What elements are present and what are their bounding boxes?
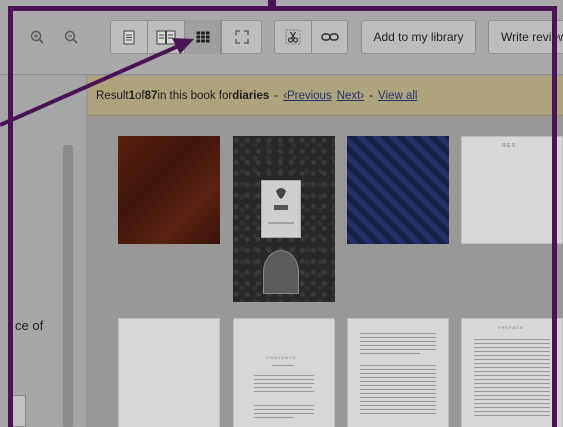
annotation-arrow-icon [0,38,194,127]
screen: Add to my library Write review ce of Res… [0,0,563,427]
